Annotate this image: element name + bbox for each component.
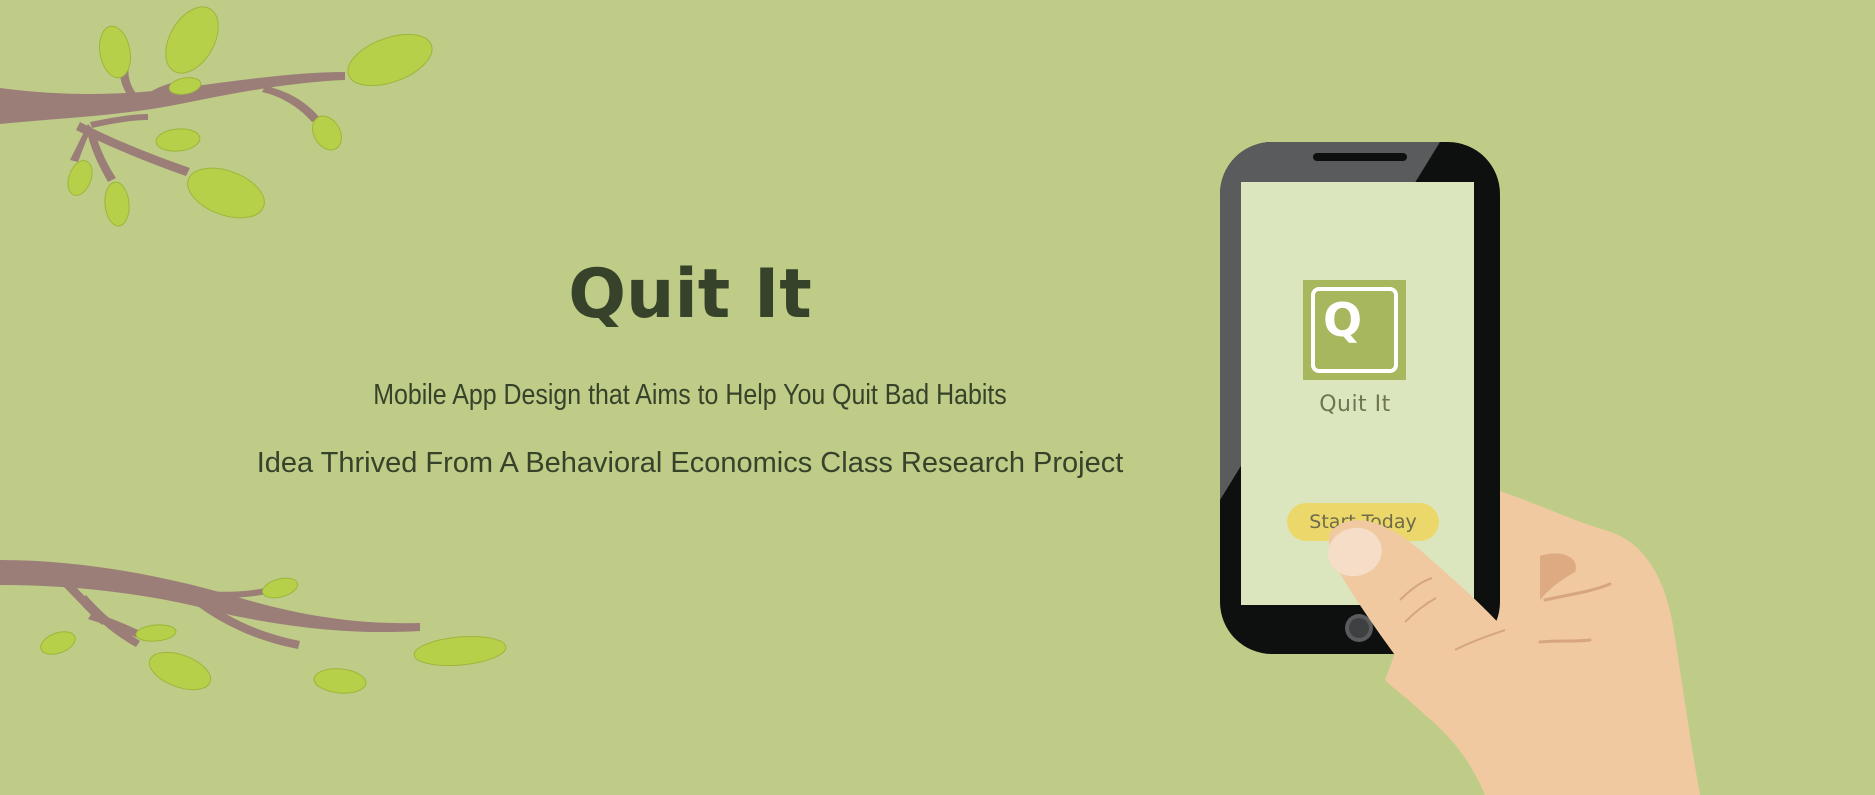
thumb-overlay xyxy=(1328,520,1530,722)
